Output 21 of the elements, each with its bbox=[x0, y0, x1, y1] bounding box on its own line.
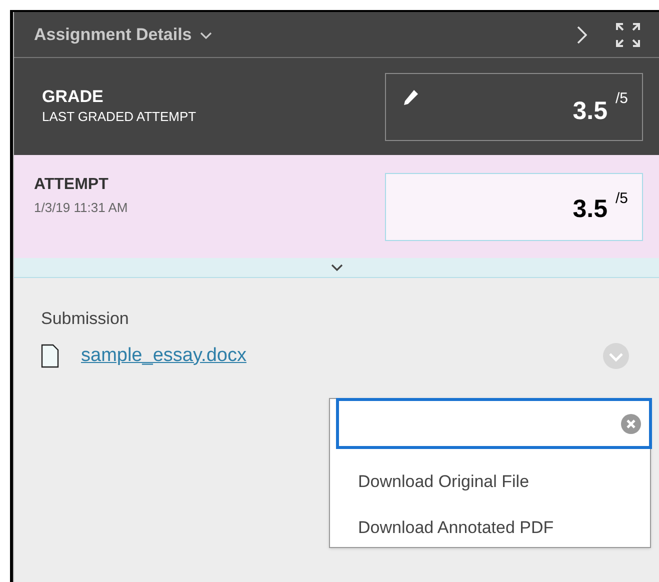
menu-item[interactable]: Download Annotated PDF bbox=[330, 505, 582, 551]
grade-field[interactable]: 3.5 /5 bbox=[385, 72, 643, 140]
panel-title[interactable]: Assignment Details bbox=[34, 22, 192, 48]
grade-label: GRADE bbox=[42, 86, 104, 108]
chevron-down-icon[interactable] bbox=[330, 264, 342, 272]
clear-icon[interactable] bbox=[621, 414, 641, 434]
search-field[interactable] bbox=[336, 398, 652, 449]
menu-item[interactable]: Download Original File bbox=[330, 459, 558, 505]
expand-icon[interactable] bbox=[615, 22, 641, 48]
chevron-right-icon[interactable] bbox=[577, 26, 587, 44]
grade-sublabel: LAST GRADED ATTEMPT bbox=[42, 108, 198, 126]
attempt-score-field[interactable]: 3.5 /5 bbox=[385, 172, 643, 240]
grade-max: /5 bbox=[615, 88, 628, 108]
grade-score: 3.5 bbox=[572, 96, 608, 127]
document-icon bbox=[41, 344, 59, 368]
file-link[interactable]: sample_essay.docx bbox=[81, 342, 246, 370]
submission-label: Submission bbox=[41, 308, 130, 330]
attempt-label: ATTEMPT bbox=[34, 175, 110, 195]
attempt-score: 3.5 bbox=[572, 194, 608, 225]
attempt-date: 1/3/19 11:31 AM bbox=[34, 199, 129, 217]
attempt-max: /5 bbox=[615, 188, 628, 208]
